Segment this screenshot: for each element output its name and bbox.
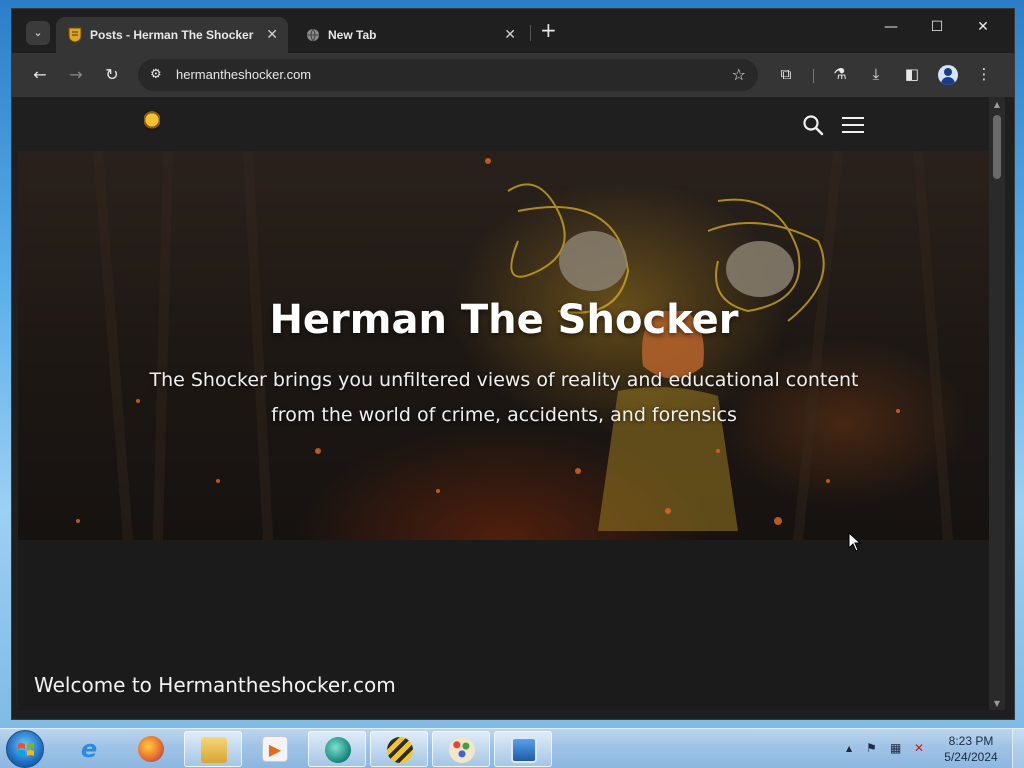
- tab-posts[interactable]: Posts - Herman The Shocker ✕: [56, 17, 288, 53]
- app-circle-icon: [325, 737, 351, 763]
- globe-icon: [307, 28, 319, 42]
- page-scrollbar[interactable]: ▲ ▼: [989, 97, 1005, 710]
- welcome-heading: Welcome to Hermantheshocker.com: [34, 673, 396, 697]
- hero-illustration: [76, 151, 953, 540]
- monitor-icon: [511, 737, 537, 763]
- hero-title: Herman The Shocker: [269, 297, 739, 343]
- site-header: [18, 97, 990, 151]
- scroll-down-icon[interactable]: ▼: [989, 699, 1005, 708]
- tab-close-icon[interactable]: ✕: [504, 26, 516, 43]
- bee-icon: [387, 737, 413, 763]
- tab-title: New Tab: [328, 28, 377, 42]
- downloads-icon[interactable]: ⤓: [866, 65, 886, 83]
- page-viewport: Herman The Shocker The Shocker brings yo…: [18, 97, 990, 710]
- extensions-icon[interactable]: ⧉: [776, 65, 796, 83]
- maximize-button[interactable]: ☐: [922, 19, 952, 35]
- minimize-button[interactable]: —: [876, 19, 906, 35]
- taskbar-remote-desktop[interactable]: [494, 731, 552, 767]
- profile-avatar[interactable]: [938, 65, 958, 85]
- action-center-flag-icon[interactable]: ⚑: [866, 741, 877, 755]
- tab-strip: ⌄ Posts - Herman The Shocker ✕ New Tab ✕…: [12, 9, 1014, 53]
- site-info-icon[interactable]: ⚙: [150, 67, 162, 82]
- clock[interactable]: 8:23 PM 5/24/2024: [938, 733, 1004, 765]
- firefox-icon: [138, 736, 164, 762]
- media-player-icon: ▶: [262, 736, 288, 762]
- toolbar-divider: [813, 69, 814, 83]
- internet-explorer-icon: e: [80, 735, 98, 763]
- new-tab-button[interactable]: +: [540, 20, 557, 40]
- taskbar-media-player[interactable]: ▶: [246, 731, 304, 767]
- tray-chevron-icon[interactable]: ▲: [846, 744, 852, 753]
- taskbar: e ▶ ▲ ⚑ ▦ ✕ 8:23 PM 5/24/2024: [0, 728, 1024, 768]
- taskbar-file-explorer[interactable]: [184, 731, 242, 767]
- scroll-up-icon[interactable]: ▲: [989, 100, 1005, 109]
- folder-icon: [201, 737, 227, 763]
- tab-title: Posts - Herman The Shocker: [90, 28, 254, 42]
- taskbar-chrome-app[interactable]: [308, 731, 366, 767]
- volume-muted-icon[interactable]: ✕: [914, 741, 924, 755]
- clock-time: 8:23 PM: [948, 734, 994, 748]
- taskbar-firefox[interactable]: [122, 731, 180, 767]
- taskbar-internet-explorer[interactable]: e: [60, 731, 118, 767]
- site-favicon-icon: [68, 27, 82, 43]
- start-button[interactable]: [6, 730, 44, 768]
- bookmark-star-icon[interactable]: ☆: [732, 65, 746, 84]
- taskbar-paint[interactable]: [432, 731, 490, 767]
- close-window-button[interactable]: ✕: [968, 19, 998, 35]
- site-logo[interactable]: [144, 110, 160, 132]
- tab-new-tab[interactable]: New Tab ✕: [294, 17, 526, 53]
- windows-logo-icon: [18, 743, 34, 756]
- paint-palette-icon: [449, 737, 475, 763]
- system-tray: ▲ ⚑ ▦ ✕ 8:23 PM 5/24/2024: [846, 729, 1024, 768]
- show-desktop-button[interactable]: [1012, 729, 1024, 768]
- address-bar[interactable]: ⚙ hermantheshocker.com ☆: [138, 59, 758, 91]
- hero-subtitle: The Shocker brings you unfiltered views …: [149, 369, 859, 426]
- forward-button[interactable]: →: [66, 65, 86, 84]
- hamburger-menu-icon[interactable]: [842, 117, 864, 133]
- clock-date: 5/24/2024: [944, 750, 998, 764]
- reload-button[interactable]: ↻: [102, 65, 122, 84]
- side-panel-icon[interactable]: ◧: [902, 65, 922, 83]
- scroll-thumb[interactable]: [993, 115, 1001, 179]
- mouse-cursor-icon: [848, 532, 862, 552]
- search-icon[interactable]: [802, 114, 824, 136]
- labs-flask-icon[interactable]: ⚗: [830, 65, 850, 83]
- hero-banner: Herman The Shocker The Shocker brings yo…: [18, 151, 990, 540]
- tab-divider: [530, 25, 531, 41]
- browser-menu-icon[interactable]: ⋮: [974, 65, 994, 83]
- taskbar-bee-app[interactable]: [370, 731, 428, 767]
- url-text[interactable]: hermantheshocker.com: [176, 67, 311, 82]
- tab-search-button[interactable]: ⌄: [26, 21, 50, 45]
- browser-toolbar: ← → ↻ ⚙ hermantheshocker.com ☆ ⧉ ⚗ ⤓ ◧ ⋮: [12, 53, 1014, 97]
- tab-close-icon[interactable]: ✕: [266, 26, 278, 43]
- network-icon[interactable]: ▦: [890, 741, 901, 755]
- back-button[interactable]: ←: [30, 65, 50, 84]
